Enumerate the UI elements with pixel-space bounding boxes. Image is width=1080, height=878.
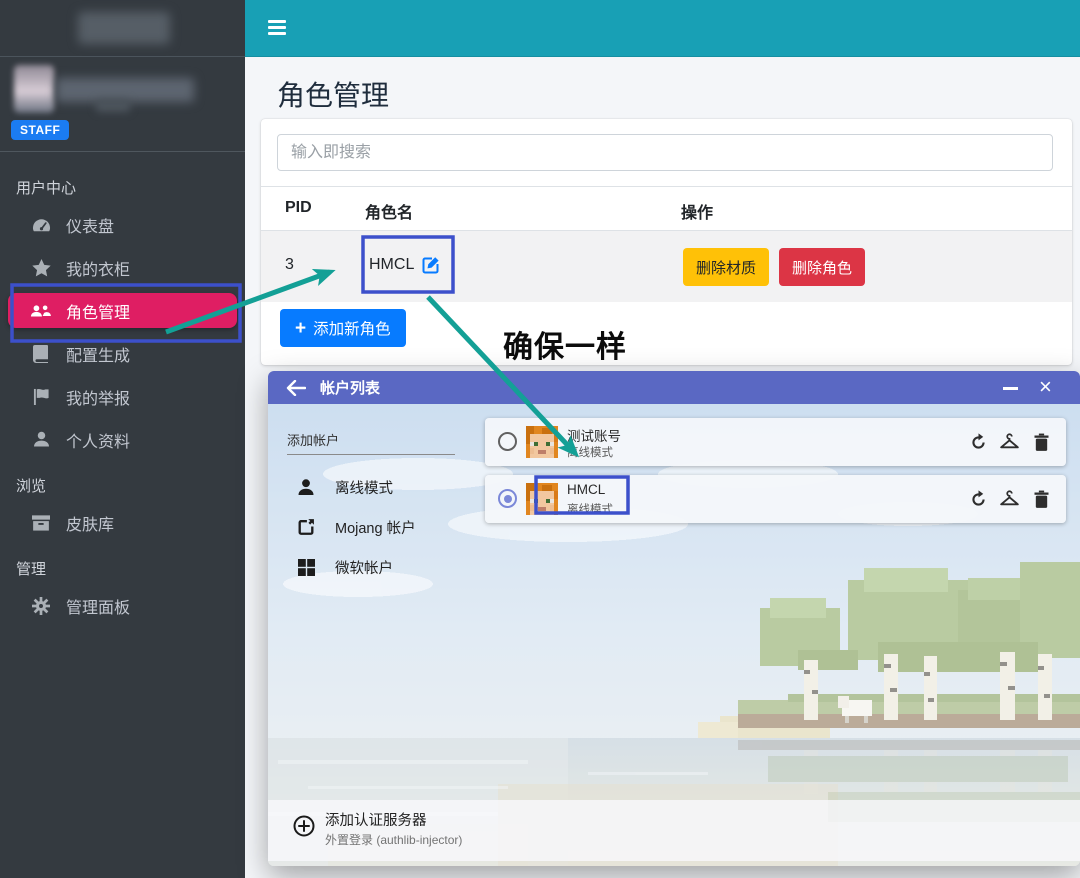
sidebar-section-browse: 浏览	[0, 461, 245, 501]
account-type: 离线模式	[567, 444, 613, 460]
sidebar-divider	[0, 151, 245, 152]
app-root: STAFF 用户中心 仪表盘 我的衣柜 角色管理	[0, 0, 1080, 878]
sidebar-item-admin-panel[interactable]: 管理面板	[0, 584, 245, 627]
search-input[interactable]	[277, 134, 1053, 171]
skin-hanger-icon[interactable]	[999, 432, 1020, 453]
sidebar-nav: 用户中心 仪表盘 我的衣柜 角色管理	[0, 163, 245, 627]
star-icon	[30, 259, 52, 277]
panel-item-label: 微软帐户	[335, 557, 393, 578]
panel-divider	[287, 454, 455, 455]
cell-pid: 3	[285, 256, 294, 274]
sidebar-item-label: 皮肤库	[66, 511, 114, 535]
person-icon	[30, 431, 52, 448]
plus-icon: +	[295, 319, 306, 338]
role-name-text: HMCL	[369, 256, 414, 274]
column-header-name: 角色名	[365, 199, 413, 223]
skin-hanger-icon[interactable]	[999, 489, 1020, 510]
back-arrow-icon[interactable]	[286, 380, 306, 396]
close-icon[interactable]: ×	[1039, 373, 1052, 401]
microsoft-icon	[295, 559, 317, 576]
panel-item-label: Mojang 帐户	[335, 517, 416, 538]
flag-icon	[30, 388, 52, 405]
sidebar-item-skin-library[interactable]: 皮肤库	[0, 501, 245, 544]
refresh-icon[interactable]	[968, 432, 989, 453]
sidebar-item-my-reports[interactable]: 我的举报	[0, 375, 245, 418]
panel-item-mojang[interactable]: Mojang 帐户	[287, 510, 467, 544]
sidebar-item-label: 我的举报	[66, 385, 130, 409]
add-account-header: 添加帐户	[287, 430, 339, 449]
window-body: 添加帐户 离线模式 Mojang 帐户 微软帐户	[268, 404, 1080, 866]
column-header-pid: PID	[285, 199, 312, 217]
sidebar-item-profile[interactable]: 个人资料	[0, 418, 245, 461]
page-title: 角色管理	[277, 74, 389, 114]
window-titlebar[interactable]: 帐户列表 ×	[268, 371, 1080, 404]
hmcl-account-window: 帐户列表 ×	[268, 371, 1080, 866]
radio-selected[interactable]	[498, 489, 517, 508]
window-title: 帐户列表	[320, 377, 380, 398]
sidebar: STAFF 用户中心 仪表盘 我的衣柜 角色管理	[0, 0, 245, 878]
add-auth-server-label: 添加认证服务器	[325, 809, 427, 830]
sidebar-item-role-management[interactable]: 角色管理	[8, 293, 237, 328]
panel-item-microsoft[interactable]: 微软帐户	[287, 550, 467, 584]
add-role-label: 添加新角色	[313, 317, 391, 339]
brand-area[interactable]	[0, 0, 245, 57]
edit-icon[interactable]	[422, 256, 440, 274]
sidebar-item-config-generator[interactable]: 配置生成	[0, 332, 245, 375]
account-row-test[interactable]: 测试账号 离线模式	[485, 418, 1066, 466]
sidebar-item-label: 配置生成	[66, 342, 130, 366]
column-header-ops: 操作	[681, 199, 713, 223]
account-name: HMCL	[567, 482, 605, 497]
minecraft-avatar	[526, 483, 558, 515]
brand-logo-redacted	[78, 12, 170, 44]
sidebar-item-label: 管理面板	[66, 594, 130, 618]
account-row-hmcl[interactable]: HMCL 离线模式	[485, 475, 1066, 523]
sidebar-section-user-center: 用户中心	[0, 163, 245, 203]
authlib-injector-label: 外置登录 (authlib-injector)	[325, 831, 462, 848]
delete-role-button[interactable]: 删除角色	[779, 248, 865, 286]
sidebar-section-admin: 管理	[0, 544, 245, 584]
sidebar-item-dashboard[interactable]: 仪表盘	[0, 203, 245, 246]
panel-item-label: 离线模式	[335, 477, 393, 498]
sidebar-item-label: 角色管理	[66, 299, 130, 323]
box-icon	[30, 515, 52, 531]
role-management-card: PID 角色名 操作 3 HMCL 删除材质 删除角色 + 添加新角色	[261, 119, 1072, 365]
refresh-icon[interactable]	[968, 489, 989, 510]
minimize-icon[interactable]	[1003, 387, 1018, 390]
sidebar-item-label: 我的衣柜	[66, 256, 130, 280]
delete-icon[interactable]	[1031, 432, 1052, 453]
sidebar-item-label: 个人资料	[66, 428, 130, 452]
delete-texture-button[interactable]: 删除材质	[683, 248, 769, 286]
book-icon	[30, 345, 52, 363]
gauge-icon	[30, 217, 52, 233]
add-role-button[interactable]: + 添加新角色	[280, 309, 406, 347]
hamburger-menu-icon[interactable]	[268, 20, 286, 36]
circle-plus-icon	[292, 814, 316, 843]
account-type: 离线模式	[567, 501, 613, 517]
username-redacted-2	[96, 99, 130, 112]
sidebar-item-label: 仪表盘	[66, 213, 114, 237]
minecraft-avatar	[526, 426, 558, 458]
person-dark-icon	[295, 479, 317, 496]
mojang-icon	[295, 518, 317, 536]
radio-unselected[interactable]	[498, 432, 517, 451]
user-panel: STAFF	[0, 57, 245, 151]
cell-role-name: HMCL	[369, 256, 440, 274]
avatar	[14, 65, 54, 113]
add-auth-server-row[interactable]: 添加认证服务器 外置登录 (authlib-injector)	[268, 800, 1080, 861]
status-badge: STAFF	[11, 120, 69, 140]
table-row: 3 HMCL 删除材质 删除角色	[261, 231, 1072, 302]
users-icon	[30, 303, 52, 319]
delete-icon[interactable]	[1031, 489, 1052, 510]
account-name: 测试账号	[567, 425, 621, 445]
panel-item-offline-mode[interactable]: 离线模式	[287, 470, 467, 504]
top-navbar	[245, 0, 1080, 57]
sidebar-item-closet[interactable]: 我的衣柜	[0, 246, 245, 289]
table-header: PID 角色名 操作	[261, 186, 1072, 231]
annotation-note: 确保一样	[503, 322, 627, 366]
gear-icon	[30, 597, 52, 615]
